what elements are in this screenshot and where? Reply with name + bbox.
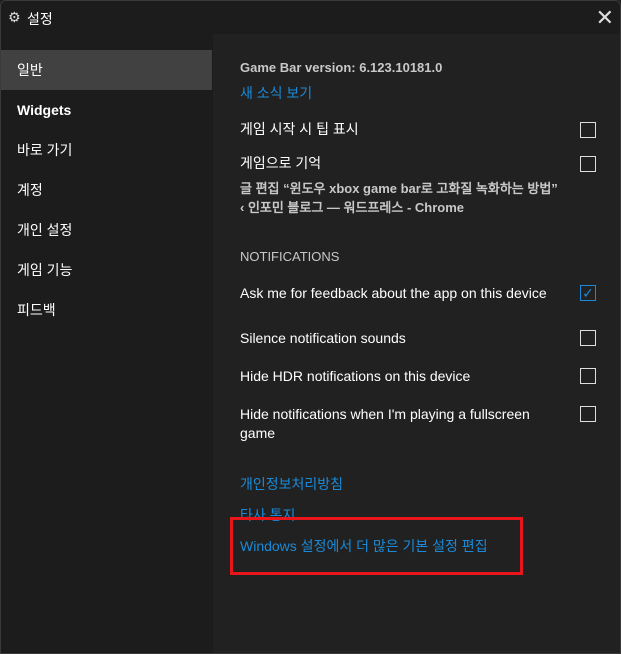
- close-icon[interactable]: ✕: [596, 5, 614, 31]
- remember-game-detail-line2: ‹ 인포민 블로그 — 워드프레스 - Chrome: [240, 200, 465, 215]
- remember-game-checkbox[interactable]: [580, 156, 596, 172]
- silence-sounds-checkbox[interactable]: [580, 330, 596, 346]
- notifications-heading: NOTIFICATIONS: [240, 249, 340, 264]
- sidebar-item-shortcuts[interactable]: 바로 가기: [1, 130, 212, 170]
- settings-content: Game Bar version: 6.123.10181.0 새 소식 보기 …: [213, 34, 620, 653]
- silence-sounds-label: Silence notification sounds: [240, 330, 406, 346]
- hide-fullscreen-checkbox[interactable]: [580, 406, 596, 422]
- whats-new-link[interactable]: 새 소식 보기: [240, 83, 312, 103]
- highlight-box: [230, 517, 523, 575]
- feedback-prompt-label: Ask me for feedback about the app on thi…: [240, 285, 547, 301]
- sidebar-item-gaming-features[interactable]: 게임 기능: [1, 250, 212, 290]
- show-tips-checkbox[interactable]: [580, 122, 596, 138]
- sidebar-item-widgets[interactable]: Widgets: [1, 90, 212, 130]
- show-tips-label: 게임 시작 시 팁 표시: [240, 121, 359, 137]
- version-text: Game Bar version: 6.123.10181.0: [240, 60, 443, 75]
- feedback-prompt-checkbox[interactable]: ✓: [580, 285, 596, 301]
- hide-hdr-label: Hide HDR notifications on this device: [240, 368, 471, 384]
- remember-game-label: 게임으로 기억: [240, 155, 322, 171]
- title-bar: ⚙ 설정 ✕: [1, 1, 620, 34]
- privacy-policy-link[interactable]: 개인정보처리방침: [240, 474, 343, 494]
- remember-game-detail-line1: 글 편집 “윈도우 xbox game bar로 고화질 녹화하는 방법”: [240, 181, 558, 196]
- sidebar-item-feedback[interactable]: 피드백: [1, 290, 212, 330]
- sidebar: 일반 Widgets 바로 가기 계정 개인 설정 게임 기능 피드백: [1, 34, 212, 653]
- sidebar-item-general[interactable]: 일반: [1, 50, 212, 90]
- sidebar-item-account[interactable]: 계정: [1, 170, 212, 210]
- hide-fullscreen-label: Hide notifications when I'm playing a fu…: [240, 406, 530, 441]
- window-title: 설정: [27, 11, 53, 27]
- hide-hdr-checkbox[interactable]: [580, 368, 596, 384]
- settings-window: ⚙ 설정 ✕ 일반 Widgets 바로 가기 계정 개인 설정 게임 기능 피…: [0, 0, 621, 654]
- gear-icon: ⚙: [8, 9, 21, 25]
- sidebar-item-personalization[interactable]: 개인 설정: [1, 210, 212, 250]
